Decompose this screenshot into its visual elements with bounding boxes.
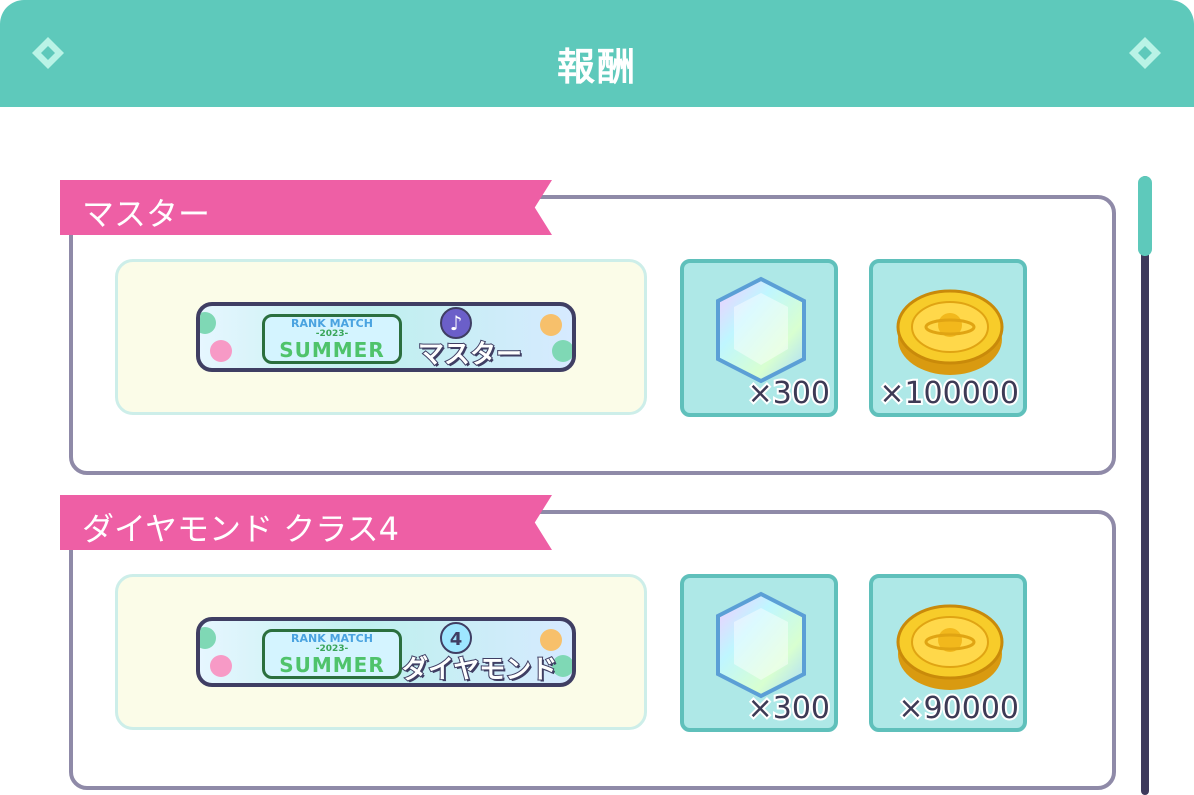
frame-tier-text: ダイヤモンド (401, 654, 558, 685)
flower-decoration (210, 655, 232, 677)
reward-panel-diamond-class-4: ダイヤモンド クラス4 RANK MATCH -2023- SUMMER 4 ダ… (60, 495, 1116, 790)
header-bar: 報酬 (0, 0, 1194, 107)
crystal-gem-icon (716, 591, 806, 699)
rank-match-logo: RANK MATCH -2023- SUMMER (262, 629, 402, 679)
flower-decoration (200, 627, 216, 649)
flower-decoration (200, 312, 216, 334)
svg-text:4: 4 (450, 629, 463, 650)
gem-reward-tile[interactable]: ×300 (680, 574, 838, 732)
frame-tier-text: マスター (417, 339, 523, 370)
flower-decoration (552, 340, 572, 362)
tier-label: マスター (82, 195, 211, 233)
page-title: 報酬 (556, 45, 637, 89)
reward-panel-master: マスター RANK MATCH -2023- SUMMER ♪ マスター ×30… (60, 180, 1116, 475)
coin-reward-tile[interactable]: ×90000 (869, 574, 1027, 732)
tier-ribbon: マスター (60, 180, 552, 235)
rank-frame-image: RANK MATCH -2023- SUMMER ♪ マスター (196, 302, 576, 372)
gem-reward-tile[interactable]: ×300 (680, 259, 838, 417)
rank-season-text: SUMMER (279, 338, 385, 362)
item-quantity: ×300 (746, 374, 832, 413)
item-quantity: ×90000 (896, 689, 1021, 728)
tier-label: ダイヤモンド クラス4 (82, 510, 399, 548)
item-quantity: ×100000 (877, 374, 1021, 413)
gold-coin-icon (896, 289, 1004, 375)
scrollbar-track[interactable] (1141, 176, 1149, 795)
rank-match-logo: RANK MATCH -2023- SUMMER (262, 314, 402, 364)
rewards-screen: 報酬 マスター RANK MATCH -2023- SUMMER ♪ マスター … (0, 0, 1194, 795)
tier-ribbon: ダイヤモンド クラス4 (60, 495, 552, 550)
coin-reward-tile[interactable]: ×100000 (869, 259, 1027, 417)
rank-season-text: SUMMER (279, 653, 385, 677)
frame-reward-card[interactable]: RANK MATCH -2023- SUMMER 4 ダイヤモンド (115, 574, 647, 730)
scrollbar-thumb[interactable] (1138, 176, 1152, 256)
crystal-gem-icon (716, 276, 806, 384)
flower-decoration (540, 629, 562, 651)
item-quantity: ×300 (746, 689, 832, 728)
diamond-icon (1129, 37, 1161, 69)
rank-frame-image: RANK MATCH -2023- SUMMER 4 ダイヤモンド (196, 617, 576, 687)
svg-text:♪: ♪ (450, 311, 463, 335)
frame-reward-card[interactable]: RANK MATCH -2023- SUMMER ♪ マスター (115, 259, 647, 415)
flower-decoration (540, 314, 562, 336)
gold-coin-icon (896, 604, 1004, 690)
flower-decoration (210, 340, 232, 362)
